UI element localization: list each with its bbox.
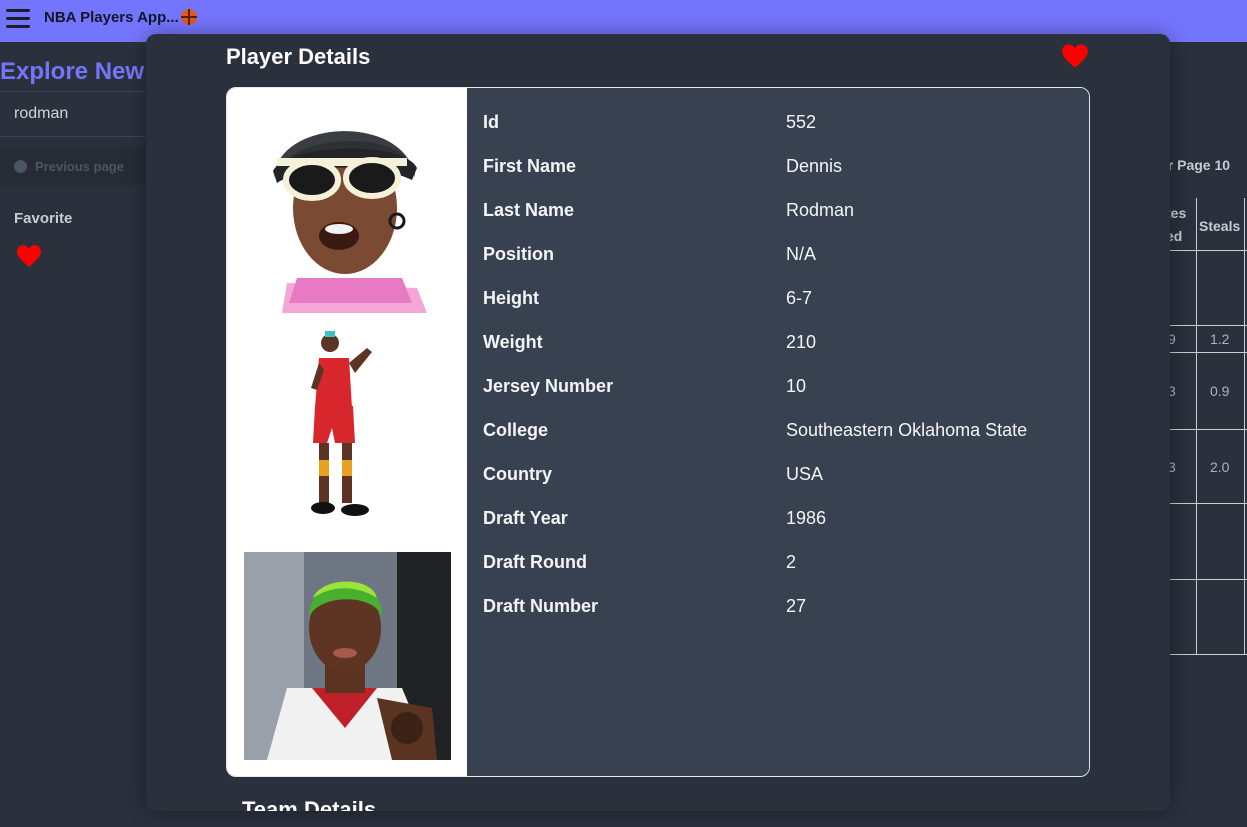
detail-label: Draft Number [483, 596, 599, 616]
detail-label: First Name [483, 156, 577, 176]
player-card: Id 552 First Name Dennis Last Name Rodma… [226, 87, 1090, 777]
favorite-label: Favorite [14, 210, 73, 227]
table-divider [1166, 325, 1247, 326]
table-divider [1166, 352, 1247, 353]
detail-label: Weight [483, 332, 543, 352]
table-divider [1166, 579, 1247, 580]
app-title: NBA Players App... [44, 9, 179, 26]
table-cell: 2.0 [1210, 459, 1230, 475]
detail-value: 552 [786, 112, 817, 132]
detail-label: Draft Round [483, 552, 587, 572]
detail-value: 10 [786, 376, 807, 396]
detail-label: Draft Year [483, 508, 568, 528]
heart-icon[interactable] [1061, 43, 1089, 74]
detail-label: Jersey Number [483, 376, 614, 396]
detail-label: Id [483, 112, 499, 132]
previous-page-button[interactable]: Previous page [0, 147, 146, 185]
search-input[interactable] [0, 91, 150, 137]
table-divider [1244, 198, 1245, 654]
table-divider [1166, 654, 1247, 655]
detail-value: 1986 [786, 508, 827, 528]
table-divider [1196, 198, 1197, 654]
detail-label: Position [483, 244, 554, 264]
table-divider [1166, 503, 1247, 504]
basketball-icon [180, 9, 197, 25]
detail-value: N/A [786, 244, 817, 264]
player-photos [227, 88, 467, 776]
table-header-partial: tes ed [1166, 205, 1187, 244]
detail-value: 6-7 [786, 288, 813, 308]
page-heading: Explore New [0, 58, 145, 85]
detail-value: Dennis [786, 156, 843, 176]
detail-value: 210 [786, 332, 817, 352]
table-cell: 0.9 [1210, 383, 1230, 399]
detail-label: Height [483, 288, 539, 308]
player-details-modal: Player Details Id 552 First Name Dennis … [146, 34, 1170, 811]
table-cell: 1.2 [1210, 331, 1230, 347]
player-details-list: Id 552 First Name Dennis Last Name Rodma… [467, 88, 1089, 776]
table-header-steals: Steals [1199, 218, 1241, 234]
table-divider [1166, 429, 1247, 430]
per-page-selector[interactable]: er Page 10 [1160, 157, 1230, 173]
hamburger-icon[interactable] [6, 9, 30, 29]
detail-value: 2 [786, 552, 797, 572]
player-photo-portrait [244, 552, 451, 760]
detail-value: 27 [786, 596, 807, 616]
player-photo-collage [244, 131, 451, 760]
detail-label: Country [483, 464, 552, 484]
team-details-title: Team Details [242, 797, 377, 811]
previous-arrow-icon [14, 159, 27, 173]
player-photo-headshot [273, 131, 427, 313]
table-divider [1166, 250, 1247, 251]
previous-page-label: Previous page [35, 158, 124, 174]
detail-value: Rodman [786, 200, 855, 220]
detail-value: Southeastern Oklahoma State [786, 420, 1028, 440]
detail-value: USA [786, 464, 824, 484]
modal-title: Player Details [226, 44, 371, 69]
detail-label: Last Name [483, 200, 575, 220]
app-title-wrap: NBA Players App... [44, 9, 197, 26]
player-photo-fullbody [311, 331, 372, 516]
detail-label: College [483, 420, 549, 440]
favorite-heart-icon[interactable] [16, 244, 42, 273]
